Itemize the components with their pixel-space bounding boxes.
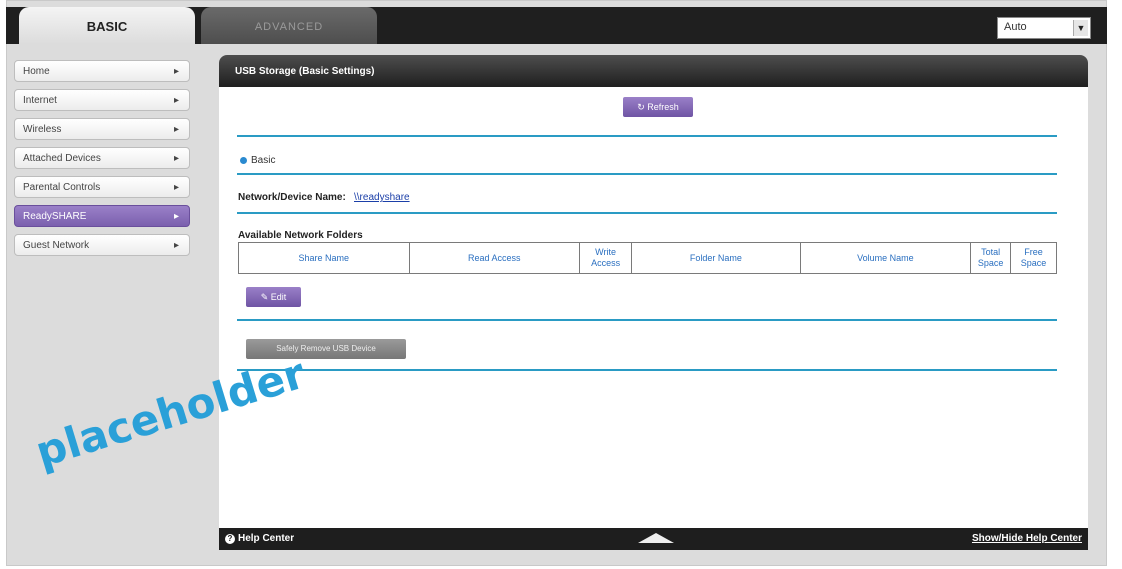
refresh-label: Refresh: [647, 102, 679, 112]
help-center-label: Help Center: [238, 533, 295, 544]
divider: [237, 173, 1057, 175]
sidebar-item-wireless[interactable]: Wireless ▸: [14, 118, 190, 140]
usb-storage-panel: USB Storage (Basic Settings) ↻ Refresh B…: [219, 55, 1088, 549]
sidebar-item-attached-devices[interactable]: Attached Devices ▸: [14, 147, 190, 169]
col-free-space: Free Space: [1009, 242, 1058, 274]
edit-button[interactable]: ✎ Edit: [246, 287, 301, 307]
radio-selected-icon: [240, 156, 247, 164]
col-volume-name: Volume Name: [799, 242, 972, 274]
help-center-link[interactable]: ? Help Center: [225, 533, 294, 544]
sidebar: Home ▸ Internet ▸ Wireless ▸ Attached Devic…: [14, 60, 190, 263]
sidebar-item-parental-controls[interactable]: Parental Controls ▸: [14, 176, 190, 198]
divider: [237, 369, 1057, 371]
help-footer: ? Help Center Show/Hide Help Center: [219, 528, 1088, 550]
divider: [237, 319, 1057, 321]
available-folders-title: Available Network Folders: [238, 230, 363, 241]
language-select[interactable]: Auto ▼: [997, 17, 1091, 39]
panel-body: ↻ Refresh Basic Network/Device Name: \\r…: [219, 87, 1088, 527]
sidebar-item-label: Attached Devices: [23, 153, 101, 164]
arrow-right-icon: ▸: [173, 153, 179, 164]
sidebar-item-label: Guest Network: [23, 240, 90, 251]
tab-advanced[interactable]: ADVANCED: [201, 7, 377, 44]
sidebar-item-label: Home: [23, 66, 50, 77]
language-select-value: Auto: [1004, 21, 1027, 33]
sidebar-item-label: Internet: [23, 95, 57, 106]
sidebar-item-home[interactable]: Home ▸: [14, 60, 190, 82]
show-hide-help-center-link[interactable]: Show/Hide Help Center: [972, 533, 1082, 544]
refresh-icon: ↻: [637, 102, 648, 112]
col-folder-name: Folder Name: [631, 242, 801, 274]
sidebar-item-label: Wireless: [23, 124, 62, 135]
col-write-access: Write Access: [579, 242, 633, 274]
arrow-right-icon: ▸: [173, 240, 179, 251]
arrow-right-icon: ▸: [173, 95, 179, 106]
edit-icon: ✎: [260, 292, 271, 302]
arrow-right-icon: ▸: [173, 66, 179, 77]
edit-label: Edit: [270, 292, 287, 302]
radio-basic-label: Basic: [251, 155, 276, 166]
network-device-name-label: Network/Device Name:: [238, 192, 346, 203]
col-read-access: Read Access: [408, 242, 581, 274]
sidebar-item-internet[interactable]: Internet ▸: [14, 89, 190, 111]
arrow-right-icon: ▸: [173, 182, 179, 193]
col-total-space: Total Space: [970, 242, 1011, 274]
divider: [237, 212, 1057, 214]
sidebar-item-readyshare[interactable]: ReadySHARE ▸: [14, 205, 190, 227]
arrow-right-icon: ▸: [173, 124, 179, 135]
panel-title: USB Storage (Basic Settings): [235, 66, 375, 77]
network-device-name-link[interactable]: \\readyshare: [354, 192, 410, 203]
col-share-name: Share Name: [238, 242, 410, 274]
top-nav-bar: BASIC ADVANCED Auto ▼: [6, 7, 1107, 44]
sidebar-item-label: ReadySHARE: [23, 211, 87, 222]
tab-basic[interactable]: BASIC: [19, 7, 195, 44]
chevron-down-icon: ▼: [1073, 20, 1088, 36]
expand-up-icon[interactable]: [638, 533, 674, 543]
radio-basic[interactable]: Basic: [240, 155, 275, 166]
arrow-right-icon: ▸: [173, 211, 179, 222]
network-folders-table: Share Name Read Access Write Access Fold…: [238, 242, 1058, 274]
help-icon: ?: [225, 534, 235, 544]
divider: [237, 135, 1057, 137]
sidebar-item-guest-network[interactable]: Guest Network ▸: [14, 234, 190, 256]
refresh-button[interactable]: ↻ Refresh: [623, 97, 693, 117]
panel-header: USB Storage (Basic Settings): [219, 55, 1088, 87]
sidebar-item-label: Parental Controls: [23, 182, 101, 193]
